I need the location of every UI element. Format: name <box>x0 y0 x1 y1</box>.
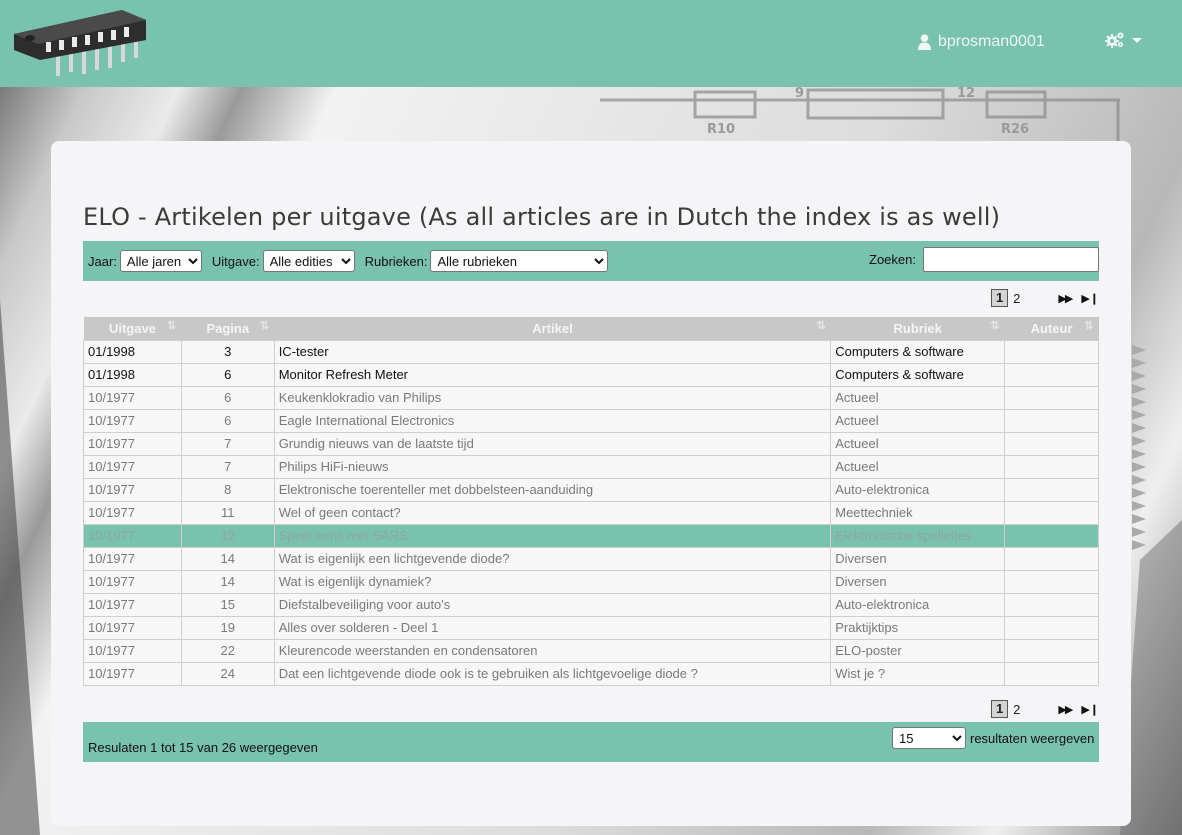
results-footer: Resulaten 1 tot 15 van 26 weergegeven 15… <box>83 722 1099 762</box>
per-page-select[interactable]: 15 <box>892 727 966 749</box>
table-header-row: Uitgave ⇅ Pagina ⇅ Artikel ⇅ Rubriek ⇅ Auteu… <box>83 317 1099 340</box>
page-current: 1 <box>991 289 1009 307</box>
settings-menu[interactable] <box>1105 31 1142 49</box>
chip-logo-icon[interactable] <box>12 6 148 78</box>
page-link-2[interactable]: 2 <box>1013 702 1020 717</box>
results-summary: Resulaten 1 tot 15 van 26 weergegeven <box>88 740 318 755</box>
user-menu[interactable]: bprosman0001 <box>918 31 1045 53</box>
table-row[interactable]: 10/1977 6 Keukenklokradio van Philips Actue… <box>83 385 1099 410</box>
table-row[interactable]: 01/1998 3 IC-tester Computers & software <box>83 339 1099 364</box>
table-row[interactable]: 10/1977 22 Kleurencode weerstanden en cond… <box>83 638 1099 663</box>
column-header-pagina[interactable]: Pagina ⇅ <box>181 317 275 340</box>
table-row-highlighted[interactable]: 10/1977 12 Speel eens met SARS Elektronisch… <box>83 523 1099 548</box>
articles-table: Uitgave ⇅ Pagina ⇅ Artikel ⇅ Rubriek ⇅ Auteu… <box>83 317 1099 686</box>
table-row[interactable]: 10/1977 14 Wat is eigenlijk een lichtgeven… <box>83 546 1099 571</box>
sort-icon: ⇅ <box>1084 320 1093 332</box>
pagination-top: 1 2 ▶▶ ▶❙ <box>991 289 1099 307</box>
bg-label-r26: R26 <box>1001 122 1029 137</box>
year-label: Jaar: <box>88 253 117 269</box>
gears-icon <box>1105 32 1124 48</box>
table-row[interactable]: 10/1977 8 Elektronische toerenteller met d… <box>83 477 1099 502</box>
sort-icon: ⇅ <box>990 320 999 332</box>
last-page-icon[interactable]: ▶❙ <box>1081 292 1099 305</box>
bg-label-r10: R10 <box>707 122 735 137</box>
next-page-icon[interactable]: ▶▶ <box>1058 703 1073 716</box>
pagination-bottom: 1 2 ▶▶ ▶❙ <box>991 700 1099 718</box>
page-link-2[interactable]: 2 <box>1013 291 1020 306</box>
column-header-rubriek[interactable]: Rubriek ⇅ <box>830 317 1005 340</box>
per-page-group: 15 resultaten weergeven <box>892 727 1094 749</box>
per-page-label: resultaten weergeven <box>970 730 1095 746</box>
next-page-icon[interactable]: ▶▶ <box>1058 292 1073 305</box>
table-row[interactable]: 10/1977 7 Grundig nieuws van de laatste ti… <box>83 431 1099 456</box>
sort-icon: ⇅ <box>167 320 176 332</box>
filter-bar: Jaar: Alle jaren Uitgave: Alle edities R… <box>83 241 1099 281</box>
table-row[interactable]: 10/1977 15 Diefstalbeveiliging voor auto's… <box>83 592 1099 617</box>
category-select[interactable]: Alle rubrieken <box>430 250 609 272</box>
table-row[interactable]: 10/1977 14 Wat is eigenlijk dynamiek? Diver… <box>83 569 1099 594</box>
edition-label: Uitgave: <box>211 253 260 269</box>
table-row[interactable]: 10/1977 24 Dat een lichtgevende diode ook … <box>83 661 1099 686</box>
username-label: bprosman0001 <box>938 33 1045 50</box>
column-header-auteur[interactable]: Auteur ⇅ <box>1004 317 1099 340</box>
page-current: 1 <box>991 700 1009 718</box>
search-input[interactable] <box>922 247 1099 272</box>
bg-label-12: 12 <box>957 86 975 101</box>
category-label: Rubrieken: <box>364 253 428 269</box>
search-label: Zoeken: <box>869 252 916 267</box>
top-header: bprosman0001 <box>0 0 1182 87</box>
column-header-artikel[interactable]: Artikel ⇅ <box>274 317 831 340</box>
table-row[interactable]: 10/1977 7 Philips HiFi-nieuws Actueel <box>83 454 1099 479</box>
column-header-uitgave[interactable]: Uitgave ⇅ <box>83 317 182 340</box>
search-group: Zoeken: <box>869 247 1099 272</box>
table-row[interactable]: 10/1977 6 Eagle International Electronics A… <box>83 408 1099 433</box>
edition-select[interactable]: Alle edities <box>262 250 355 272</box>
table-row[interactable]: 01/1998 6 Monitor Refresh Meter Computers &… <box>83 362 1099 387</box>
user-icon <box>918 34 931 50</box>
table-row[interactable]: 10/1977 11 Wel of geen contact? Meettechnie… <box>83 500 1099 525</box>
table-row[interactable]: 10/1977 19 Alles over solderen - Deel 1 Pra… <box>83 615 1099 640</box>
page-title: ELO - Artikelen per uitgave (As all arti… <box>83 203 1001 231</box>
sort-icon: ⇅ <box>259 320 269 332</box>
year-select[interactable]: Alle jaren <box>119 250 202 272</box>
chevron-down-icon <box>1132 37 1142 43</box>
sort-icon: ⇅ <box>816 320 826 332</box>
bg-label-9: 9 <box>795 86 804 101</box>
last-page-icon[interactable]: ▶❙ <box>1081 703 1099 716</box>
